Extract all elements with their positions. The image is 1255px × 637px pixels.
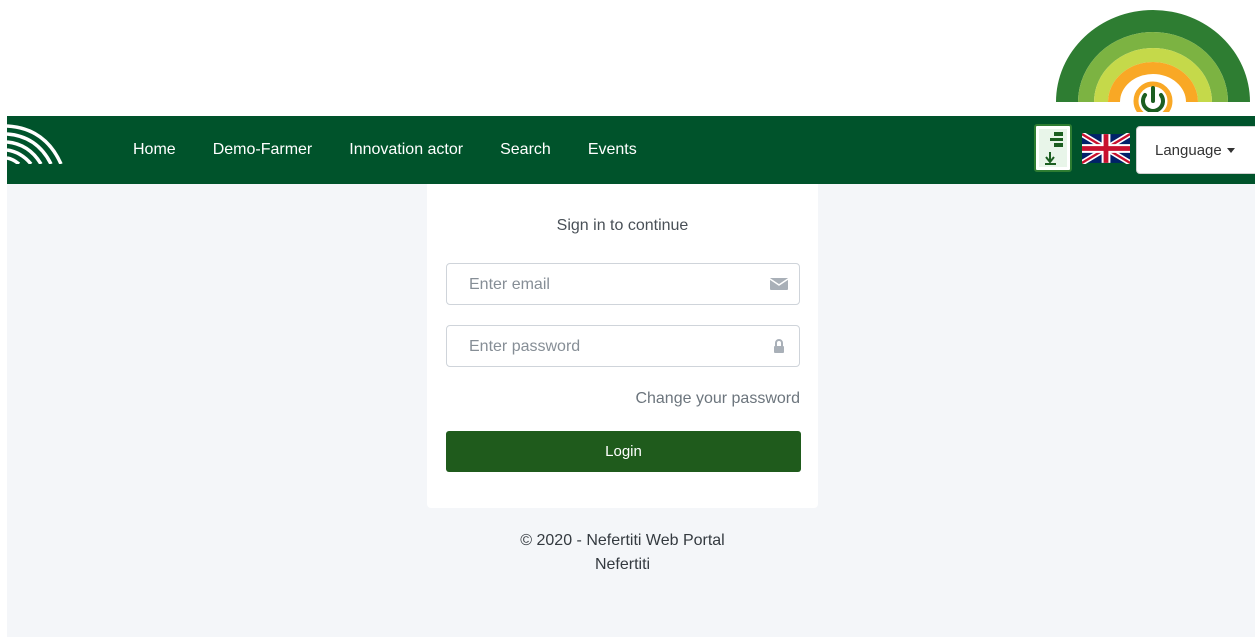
password-input[interactable] [467,326,751,368]
lock-icon [774,339,784,353]
login-title: Sign in to continue [556,217,689,234]
nav-search[interactable]: Search [500,141,551,159]
language-dropdown[interactable]: Language [1136,126,1255,174]
signal-arcs-logo-icon[interactable] [7,120,65,164]
nav-events[interactable]: Events [588,141,637,159]
password-field-wrapper [446,325,800,368]
footer: © 2020 - Nefertiti Web Portal Nefertiti [427,529,818,577]
login-card: Sign in to continue Change your password… [427,184,818,508]
uk-flag-icon[interactable] [1082,133,1130,164]
footer-copyright: © 2020 - Nefertiti Web Portal [520,532,725,549]
brand-logo-icon [1056,10,1250,112]
email-input[interactable] [467,264,751,306]
nav-innovation-actor[interactable]: Innovation actor [349,141,463,159]
nav-home[interactable]: Home [133,141,176,159]
envelope-icon [769,278,789,290]
document-download-icon[interactable] [1034,124,1072,172]
main-navbar: Home Demo-Farmer Innovation actor Search… [7,116,1255,184]
nav-links: Home Demo-Farmer Innovation actor Search… [133,116,674,184]
nav-demo-farmer[interactable]: Demo-Farmer [213,141,313,159]
caret-down-icon [1226,147,1235,153]
language-label: Language [1155,141,1222,159]
login-button[interactable]: Login [446,431,801,472]
footer-site-name: Nefertiti [594,556,651,573]
change-password-link[interactable]: Change your password [635,390,800,408]
email-field-wrapper [446,263,800,306]
